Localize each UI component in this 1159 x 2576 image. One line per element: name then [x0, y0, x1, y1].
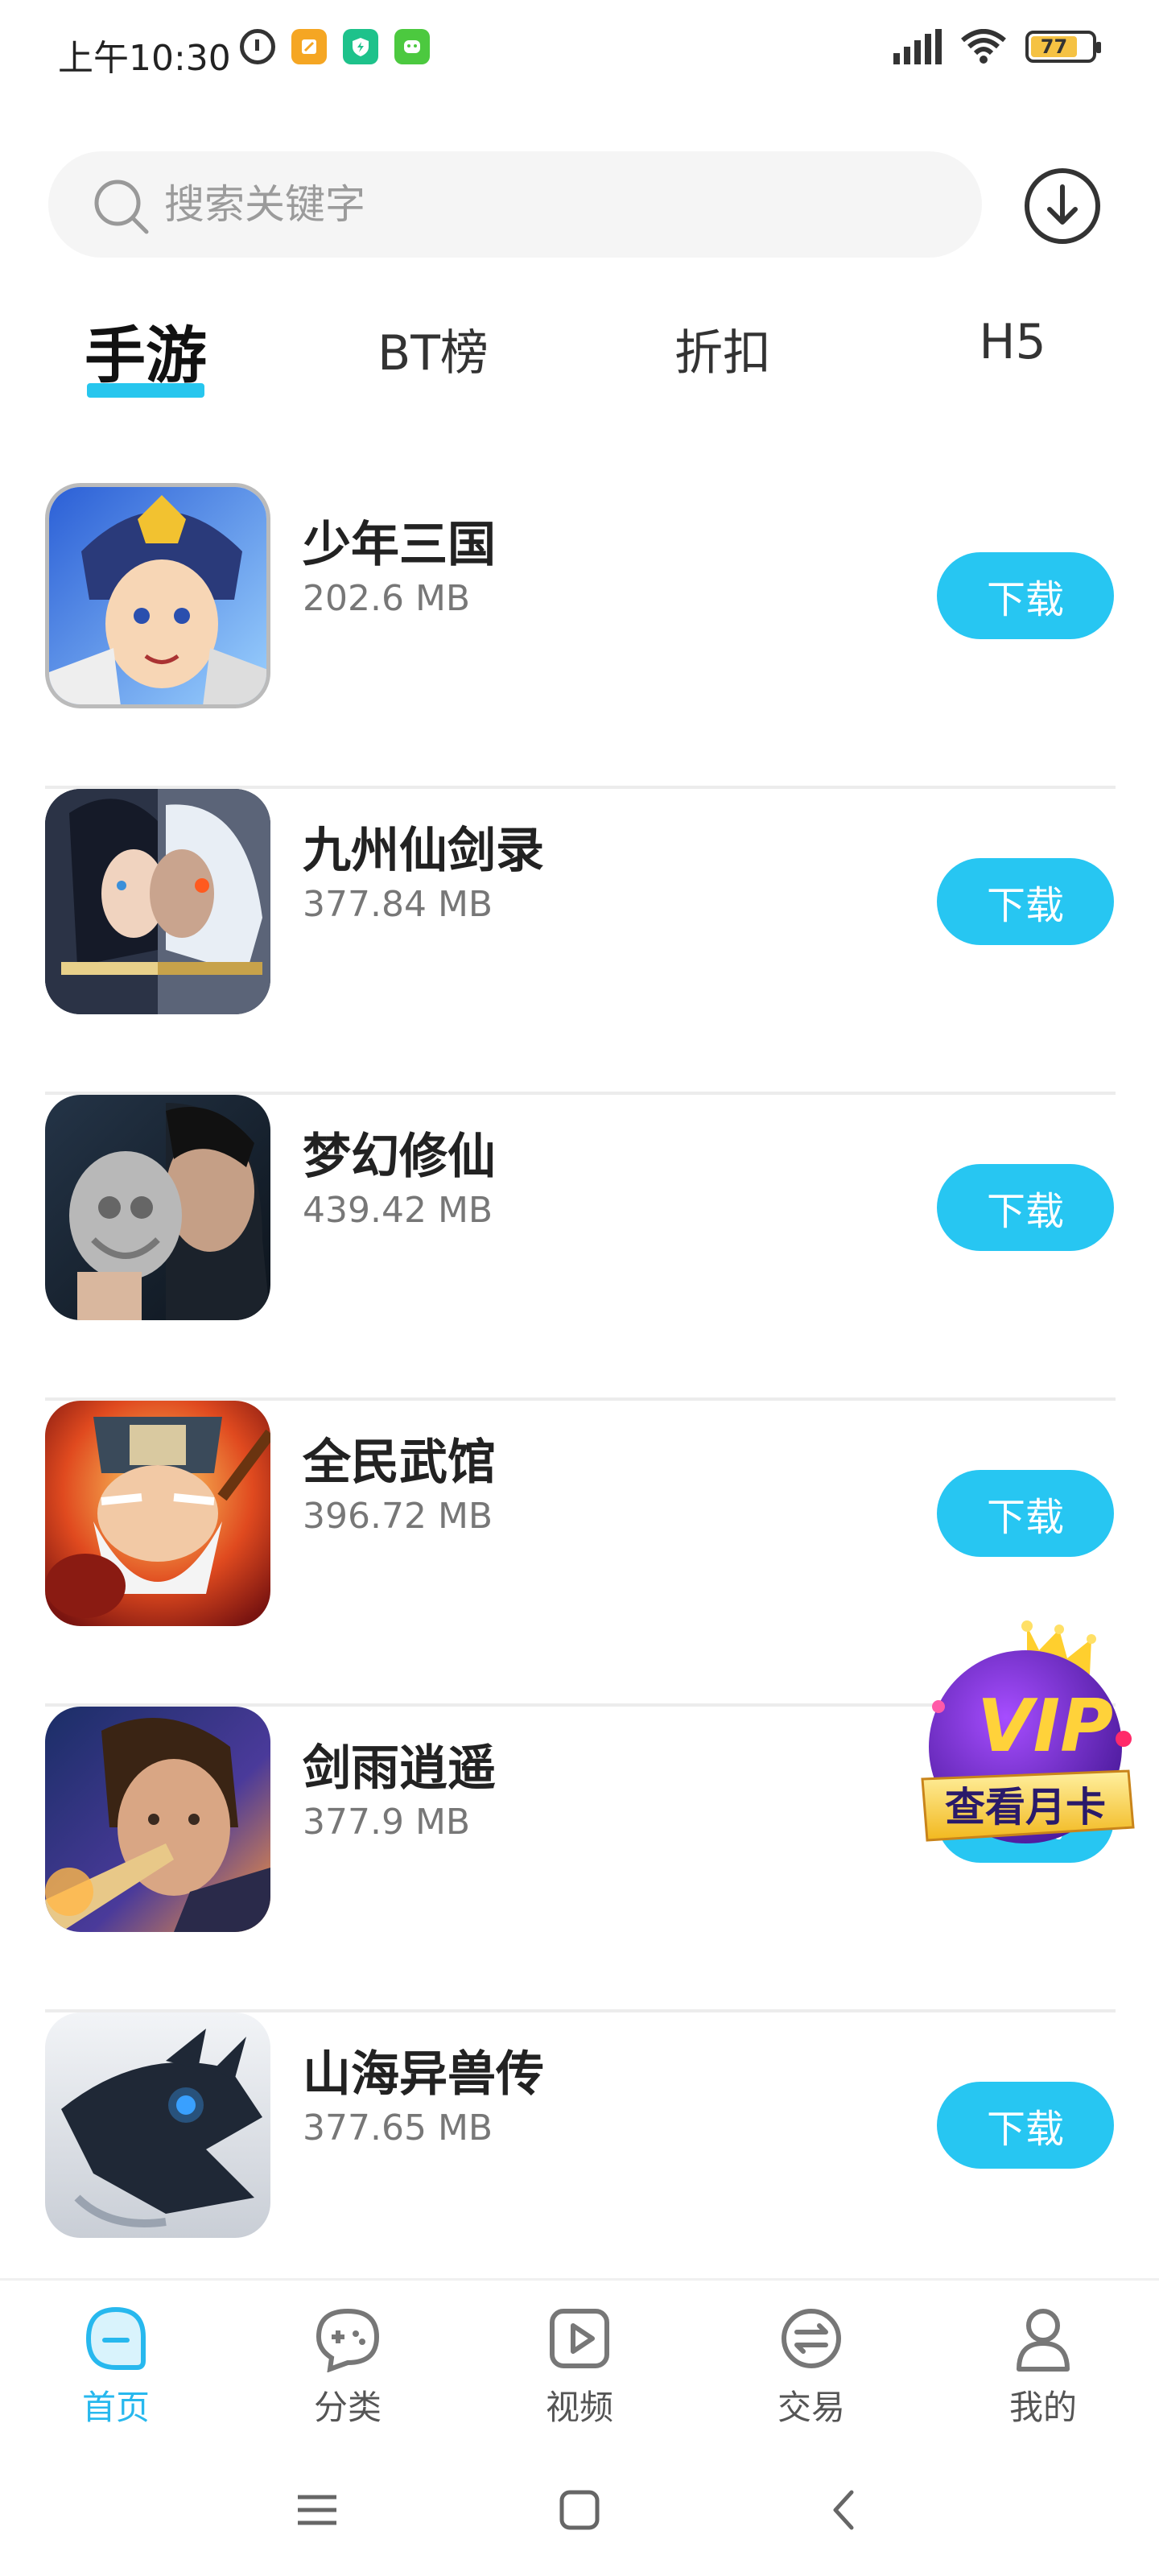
game-name: 九州仙剑录	[303, 823, 544, 879]
nav-video[interactable]: 视频	[499, 2305, 660, 2429]
alarm-icon	[240, 29, 275, 64]
status-system-icons: 77	[893, 29, 1101, 64]
status-notification-icons	[240, 29, 430, 64]
vip-monthly-card-badge[interactable]: VIP 查看月卡	[906, 1618, 1145, 1876]
tab-discount[interactable]: 折扣	[674, 314, 771, 384]
category-icon	[316, 2308, 380, 2373]
game-thumbnail[interactable]	[45, 1401, 270, 1626]
nav-category[interactable]: 分类	[267, 2305, 428, 2429]
download-button[interactable]: 下载	[937, 858, 1114, 945]
trade-icon	[782, 2309, 841, 2368]
wechat-app-icon	[394, 29, 430, 64]
security-app-icon	[343, 29, 378, 64]
game-thumbnail[interactable]	[45, 2013, 270, 2238]
game-name: 剑雨逍遥	[303, 1740, 496, 1797]
wifi-icon	[961, 29, 1006, 64]
nav-label: 首页	[81, 2388, 150, 2427]
profile-icon	[1017, 2309, 1070, 2372]
game-size: 377.65 MB	[303, 2107, 493, 2149]
game-size: 377.9 MB	[303, 1802, 471, 1843]
nav-label: 视频	[545, 2388, 613, 2427]
game-thumbnail[interactable]	[45, 1095, 270, 1320]
game-size: 202.6 MB	[303, 578, 471, 619]
game-name: 全民武馆	[303, 1435, 496, 1491]
game-thumbnail[interactable]	[45, 789, 270, 1014]
battery-level: 77	[1031, 35, 1077, 58]
signal-icon	[893, 29, 942, 64]
system-navigation-bar	[0, 2447, 1159, 2576]
download-manager-icon[interactable]	[1022, 166, 1103, 246]
game-size: 377.84 MB	[303, 884, 493, 925]
game-name: 少年三国	[303, 517, 496, 573]
status-bar: 上午10:30 77	[0, 0, 1159, 105]
game-thumbnail[interactable]	[45, 1707, 270, 1932]
list-item[interactable]: 山海异兽传 377.65 MB 下载	[45, 2013, 1116, 2318]
nav-label: 交易	[777, 2388, 845, 2427]
vip-badge-text: 查看月卡	[945, 1784, 1106, 1831]
notes-app-icon	[291, 29, 327, 64]
tab-h5[interactable]: H5	[979, 314, 1046, 370]
nav-home[interactable]: 首页	[35, 2305, 196, 2429]
status-time: 上午10:30	[58, 38, 231, 79]
download-button[interactable]: 下载	[937, 2082, 1114, 2169]
search-icon	[94, 180, 149, 234]
bottom-navigation: 首页 分类 视频 交易 我的	[0, 2278, 1159, 2439]
nav-trade[interactable]: 交易	[731, 2305, 892, 2429]
game-thumbnail[interactable]	[45, 483, 270, 708]
list-item[interactable]: 少年三国 202.6 MB 下载	[45, 483, 1116, 789]
download-button[interactable]: 下载	[937, 1470, 1114, 1557]
home-icon	[85, 2306, 146, 2370]
search-input[interactable]	[164, 151, 953, 258]
tab-mobile-games[interactable]: 手游	[85, 306, 207, 394]
back-icon[interactable]	[821, 2486, 869, 2534]
list-item[interactable]: 九州仙剑录 377.84 MB 下载	[45, 789, 1116, 1095]
battery-icon: 77	[1025, 31, 1101, 63]
game-size: 396.72 MB	[303, 1496, 493, 1537]
active-tab-indicator	[87, 383, 204, 398]
search-bar[interactable]	[48, 151, 982, 258]
nav-profile[interactable]: 我的	[963, 2305, 1124, 2429]
download-button[interactable]: 下载	[937, 1164, 1114, 1251]
nav-label: 分类	[313, 2388, 382, 2427]
menu-icon[interactable]	[293, 2486, 341, 2534]
tab-bt-ranking[interactable]: BT榜	[377, 314, 489, 384]
list-item[interactable]: 梦幻修仙 439.42 MB 下载	[45, 1095, 1116, 1401]
game-name: 山海异兽传	[303, 2046, 544, 2103]
game-size: 439.42 MB	[303, 1190, 493, 1231]
nav-label: 我的	[1008, 2388, 1077, 2427]
download-button[interactable]: 下载	[937, 552, 1114, 639]
game-name: 梦幻修仙	[303, 1129, 496, 1185]
home-button-icon[interactable]	[555, 2486, 604, 2534]
video-icon	[550, 2309, 609, 2368]
vip-logo: VIP	[977, 1684, 1113, 1769]
